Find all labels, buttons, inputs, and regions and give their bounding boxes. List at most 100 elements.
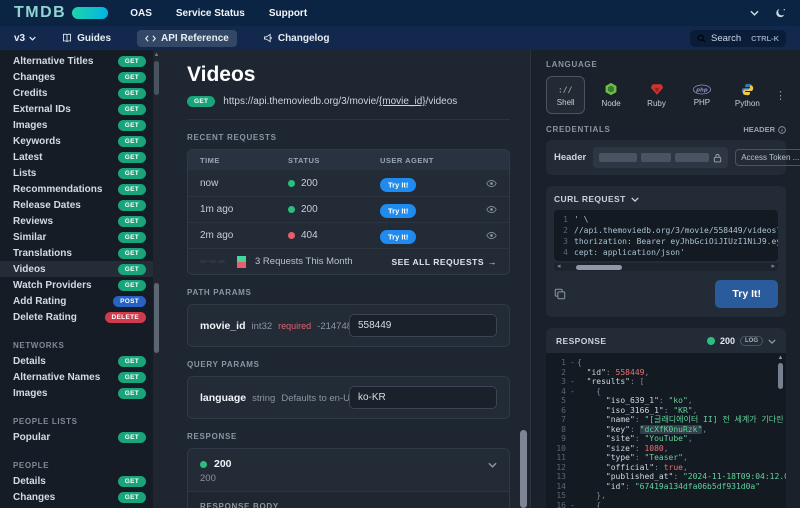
curl-code-block[interactable]: 1 ' \ 2 //api.themoviedb.org/3/movie/558449…	[554, 210, 778, 261]
language-php[interactable]: php PHP	[682, 76, 721, 114]
fold-marker[interactable]	[570, 396, 577, 406]
access-token-button[interactable]: Access Token ...	[735, 149, 800, 166]
topnav-link-support[interactable]: Support	[269, 8, 307, 19]
language-ruby[interactable]: Ruby	[637, 76, 676, 114]
json-line: 7 "name": "[글래디에이터 II] 전 세계가 기다린 그 순간 예고…	[546, 415, 786, 425]
fold-marker[interactable]	[570, 463, 577, 473]
sidebar-item-alternative-names[interactable]: Alternative Names GET	[0, 369, 160, 385]
fold-marker[interactable]	[570, 368, 577, 378]
info-icon[interactable]	[778, 125, 786, 134]
sidebar-item-details[interactable]: Details GET	[0, 473, 160, 489]
scroll-left-icon[interactable]: ◂	[557, 263, 561, 271]
more-languages-icon[interactable]: ⋮	[775, 89, 786, 102]
credentials-header-badge: HEADER	[743, 125, 786, 134]
language-label: LANGUAGE	[546, 60, 598, 69]
curl-horizontal-scrollbar[interactable]: ◂ ▸	[554, 263, 778, 271]
fold-marker[interactable]: -	[570, 358, 577, 368]
tmdb-logo[interactable]: TMDB	[14, 4, 109, 22]
sidebar-item-similar[interactable]: Similar GET	[0, 229, 160, 245]
eye-icon[interactable]	[469, 204, 497, 215]
sidebar-item-add-rating[interactable]: Add Rating POST	[0, 293, 160, 309]
scroll-up-icon[interactable]: ▲	[153, 50, 160, 60]
scrollbar-thumb[interactable]	[154, 283, 159, 353]
response-scrollbar[interactable]: ▲	[777, 355, 784, 508]
nav-api-reference[interactable]: API Reference	[137, 29, 237, 47]
movie-id-input[interactable]	[349, 314, 497, 337]
sidebar-item-details[interactable]: Details GET	[0, 353, 160, 369]
language-name: Shell	[556, 98, 575, 107]
endpoint-url-param: {movie_id}	[378, 96, 426, 107]
fold-marker[interactable]: -	[570, 377, 577, 387]
topnav-link-service-status[interactable]: Service Status	[176, 8, 245, 19]
fold-marker[interactable]	[570, 482, 577, 492]
version-select[interactable]: v3	[14, 33, 36, 44]
fold-marker[interactable]	[570, 472, 577, 482]
method-badge: GET	[117, 247, 146, 259]
language-node[interactable]: Node	[591, 76, 630, 114]
sidebar-item-external-ids[interactable]: External IDs GET	[0, 101, 160, 117]
eye-icon[interactable]	[469, 230, 497, 241]
moon-icon[interactable]	[775, 8, 786, 19]
status-dot	[288, 232, 295, 239]
fold-marker[interactable]	[570, 406, 577, 416]
sidebar-item-images[interactable]: Images GET	[0, 385, 160, 401]
language-input[interactable]	[349, 386, 497, 409]
scrollbar-thumb[interactable]	[576, 264, 622, 270]
scroll-right-icon[interactable]: ▸	[771, 263, 775, 271]
sidebar-item-watch-providers[interactable]: Watch Providers GET	[0, 277, 160, 293]
sidebar-item-lists[interactable]: Lists GET	[0, 165, 160, 181]
scroll-up-icon[interactable]: ▲	[777, 355, 784, 362]
sidebar-item-delete-rating[interactable]: Delete Rating DELETE	[0, 309, 160, 325]
sidebar-item-images[interactable]: Images GET	[0, 117, 160, 133]
sidebar-item-changes[interactable]: Changes GET	[0, 489, 160, 505]
log-badge[interactable]: LOG	[740, 336, 763, 346]
sidebar-item-videos[interactable]: Videos GET	[0, 261, 160, 277]
chevron-down-icon[interactable]	[488, 462, 497, 468]
main-scrollbar[interactable]	[520, 50, 527, 508]
sidebar-item-popular[interactable]: Popular GET	[0, 429, 160, 445]
copy-icon[interactable]	[554, 288, 566, 300]
search-input[interactable]: Search CTRL-K	[690, 29, 786, 47]
fold-marker[interactable]: -	[570, 387, 577, 397]
scrollbar-thumb-top[interactable]	[154, 61, 159, 95]
sidebar-item-keywords[interactable]: Keywords GET	[0, 133, 160, 149]
response-json-block[interactable]: 1-{2 "id": 558449, 3- "results": [4- {5 "…	[546, 353, 786, 508]
sidebar-list: Alternative Titles GET Changes GET Credits GE…	[0, 53, 160, 508]
language-shell[interactable]: :// Shell	[546, 76, 586, 114]
sidebar-item-alternative-titles[interactable]: Alternative Titles GET	[0, 53, 160, 69]
sidebar-item-recommendations[interactable]: Recommendations GET	[0, 181, 160, 197]
fold-marker[interactable]	[570, 425, 577, 435]
line-number: 11	[556, 453, 566, 462]
sidebar-item-changes[interactable]: Changes GET	[0, 69, 160, 85]
chevron-down-icon[interactable]	[768, 338, 776, 344]
response-200-header[interactable]: 200 200	[188, 449, 509, 491]
sidebar-scrollbar[interactable]: ▲	[153, 50, 160, 508]
topnav-links: OAS Service Status Support	[130, 8, 307, 19]
curl-line: 2 //api.themoviedb.org/3/movie/558449/vid…	[554, 225, 778, 236]
fold-marker[interactable]: -	[570, 501, 577, 508]
language-python[interactable]: Python	[728, 76, 767, 114]
token-input[interactable]	[593, 147, 729, 168]
try-it-button[interactable]: Try It!	[715, 280, 778, 308]
nav-guides[interactable]: Guides	[54, 30, 119, 47]
response-body-section: RESPONSE BODY object id integer Defaults…	[188, 491, 509, 508]
scrollbar-thumb[interactable]	[520, 430, 527, 508]
see-all-requests-link[interactable]: SEE ALL REQUESTS →	[391, 257, 497, 267]
eye-icon[interactable]	[469, 178, 497, 189]
sidebar-item-translations[interactable]: Translations GET	[0, 245, 160, 261]
fold-marker[interactable]	[570, 491, 577, 501]
topnav-link-oas[interactable]: OAS	[130, 8, 152, 19]
sidebar-item-release-dates[interactable]: Release Dates GET	[0, 197, 160, 213]
chevron-down-icon[interactable]	[750, 10, 759, 16]
fold-marker[interactable]	[570, 444, 577, 454]
fold-marker[interactable]	[570, 453, 577, 463]
nav-changelog[interactable]: Changelog	[255, 30, 338, 47]
sidebar-item-credits[interactable]: Credits GET	[0, 85, 160, 101]
sidebar-item-reviews[interactable]: Reviews GET	[0, 213, 160, 229]
fold-marker[interactable]	[570, 415, 577, 425]
fold-marker[interactable]	[570, 434, 577, 444]
sparkline-ghost	[200, 260, 225, 263]
curl-request-toggle[interactable]: CURL REQUEST	[554, 194, 778, 204]
sidebar-item-latest[interactable]: Latest GET	[0, 149, 160, 165]
scrollbar-thumb[interactable]	[778, 363, 783, 389]
